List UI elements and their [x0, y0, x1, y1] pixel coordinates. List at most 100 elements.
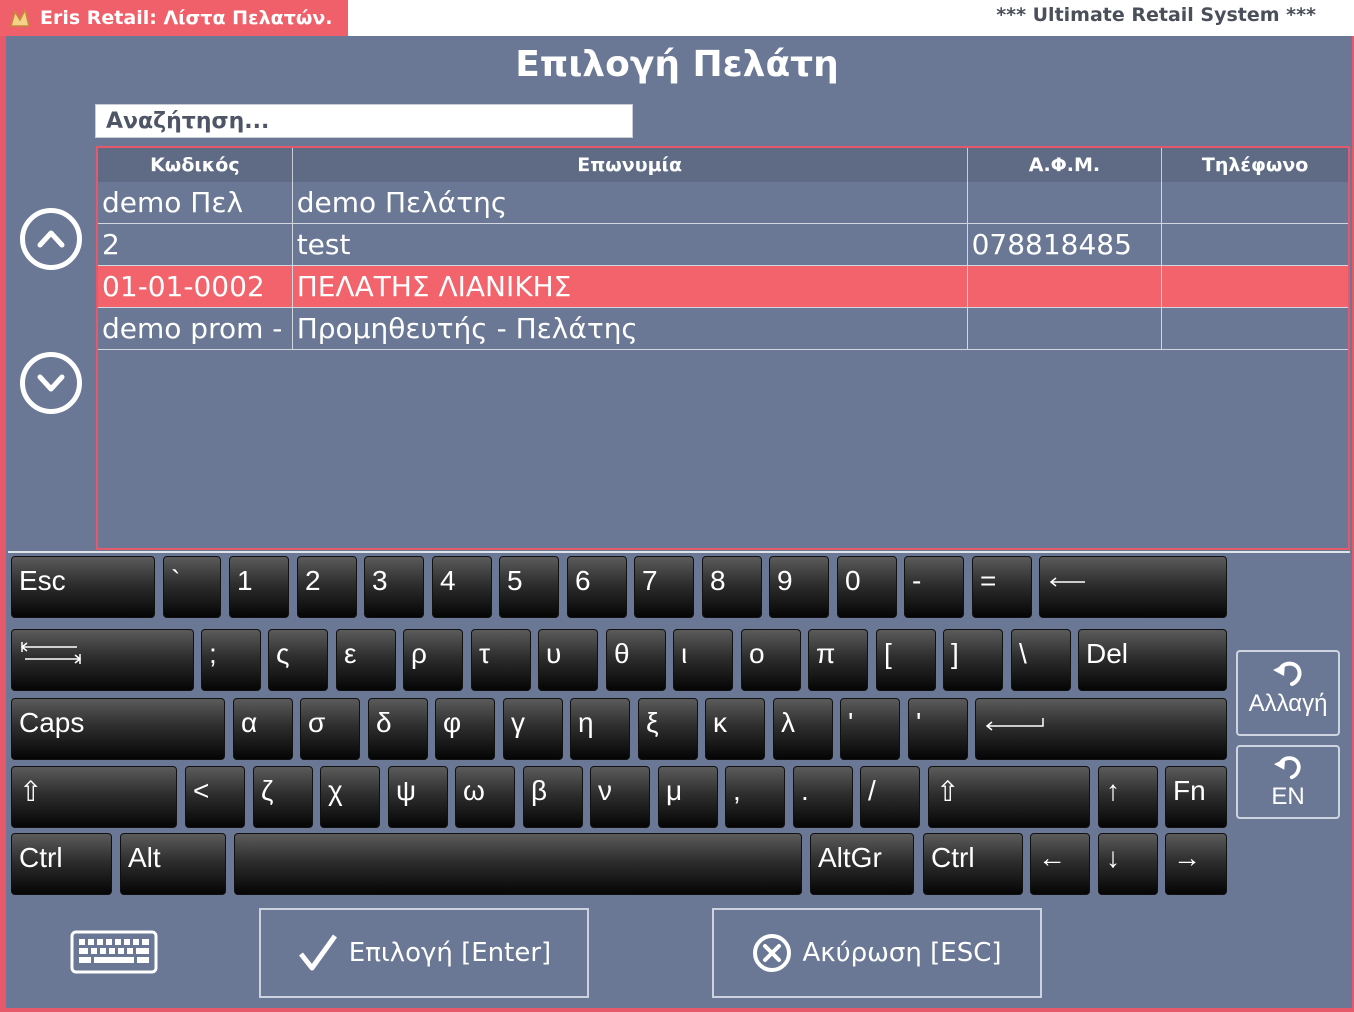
key-omicron[interactable]: ο	[741, 629, 801, 691]
key-7[interactable]: 7	[634, 556, 694, 618]
key-right-shift[interactable]: ⇧	[928, 766, 1090, 828]
key-right-bracket[interactable]: ]	[943, 629, 1003, 691]
key-final-sigma[interactable]: ς	[268, 629, 328, 691]
key-1[interactable]: 1	[229, 556, 289, 618]
key-backspace[interactable]	[1039, 556, 1227, 618]
key-nu[interactable]: ν	[590, 766, 650, 828]
key-apostrophe[interactable]: '	[908, 698, 968, 760]
key-fn[interactable]: Fn	[1165, 766, 1227, 828]
key-beta[interactable]: β	[523, 766, 583, 828]
select-enter-button[interactable]: Επιλογή [Enter]	[259, 908, 589, 998]
key-psi[interactable]: ψ	[388, 766, 448, 828]
key-equals[interactable]: =	[972, 556, 1032, 618]
scroll-down-button[interactable]	[20, 352, 82, 414]
key-space[interactable]	[234, 833, 802, 895]
key-gamma[interactable]: γ	[503, 698, 563, 760]
column-header-phone[interactable]: Τηλέφωνο	[1162, 148, 1348, 182]
key-iota[interactable]: ι	[673, 629, 733, 691]
key-6[interactable]: 6	[567, 556, 627, 618]
key-enter[interactable]	[975, 698, 1227, 760]
select-button-label: Επιλογή [Enter]	[348, 938, 552, 968]
key-right-ctrl[interactable]: Ctrl	[923, 833, 1023, 895]
key-accent[interactable]: '	[840, 698, 900, 760]
cancel-esc-button[interactable]: Ακύρωση [ESC]	[712, 908, 1042, 998]
key-8[interactable]: 8	[702, 556, 762, 618]
key-9[interactable]: 9	[769, 556, 829, 618]
column-header-code[interactable]: Κωδικός	[98, 148, 293, 182]
key-eta[interactable]: η	[570, 698, 630, 760]
scroll-up-button[interactable]	[20, 208, 82, 270]
key-xi[interactable]: ξ	[638, 698, 698, 760]
key-upsilon[interactable]: υ	[538, 629, 598, 691]
on-screen-keyboard: Esc ` 1 2 3 4 5 6 7 8 9 0 - = ; ς ε ρ τ …	[8, 551, 1350, 897]
key-alt[interactable]: Alt	[120, 833, 226, 895]
key-left-bracket[interactable]: [	[876, 629, 936, 691]
switch-layout-button[interactable]: Αλλαγή	[1236, 650, 1340, 736]
key-arrow-right[interactable]: →	[1165, 833, 1227, 895]
key-2[interactable]: 2	[297, 556, 357, 618]
key-rho[interactable]: ρ	[403, 629, 463, 691]
key-5[interactable]: 5	[499, 556, 559, 618]
key-4[interactable]: 4	[432, 556, 492, 618]
table-row[interactable]: 2 test 078818485	[98, 224, 1348, 266]
key-arrow-left[interactable]: ←	[1030, 833, 1090, 895]
key-0[interactable]: 0	[837, 556, 897, 618]
backspace-arrow-icon	[1049, 577, 1085, 587]
key-lambda[interactable]: λ	[773, 698, 833, 760]
key-epsilon[interactable]: ε	[336, 629, 396, 691]
cell-phone	[1162, 308, 1348, 349]
key-slash[interactable]: /	[860, 766, 920, 828]
column-header-afm[interactable]: Α.Φ.Μ.	[968, 148, 1163, 182]
grid-header: Κωδικός Επωνυμία Α.Φ.Μ. Τηλέφωνο	[98, 148, 1348, 182]
title-bar: Eris Retail: Λίστα Πελατών. *** Ultimate…	[0, 0, 1354, 36]
key-del[interactable]: Del	[1078, 629, 1227, 691]
key-kappa[interactable]: κ	[705, 698, 765, 760]
search-input[interactable]	[95, 104, 633, 138]
key-tab[interactable]	[11, 629, 194, 691]
tab-arrows-icon	[20, 642, 82, 664]
key-omega[interactable]: ω	[455, 766, 515, 828]
key-period[interactable]: .	[793, 766, 853, 828]
key-sigma[interactable]: σ	[300, 698, 360, 760]
window-title-area: Eris Retail: Λίστα Πελατών.	[0, 0, 348, 36]
customer-grid: Κωδικός Επωνυμία Α.Φ.Μ. Τηλέφωνο demo Πε…	[96, 146, 1350, 550]
key-theta[interactable]: θ	[606, 629, 666, 691]
key-mu[interactable]: μ	[658, 766, 718, 828]
cell-code: demo prom -	[98, 308, 293, 349]
key-semicolon[interactable]: ;	[201, 629, 261, 691]
keyboard-toggle-icon[interactable]	[70, 930, 158, 978]
key-backslash[interactable]: \	[1011, 629, 1071, 691]
key-arrow-down[interactable]: ↓	[1098, 833, 1158, 895]
key-pi[interactable]: π	[808, 629, 868, 691]
key-chi[interactable]: χ	[320, 766, 380, 828]
key-zeta[interactable]: ζ	[253, 766, 313, 828]
key-comma[interactable]: ,	[725, 766, 785, 828]
key-delta[interactable]: δ	[368, 698, 428, 760]
key-arrow-up[interactable]: ↑	[1098, 766, 1158, 828]
key-esc[interactable]: Esc	[11, 556, 155, 618]
key-backtick[interactable]: `	[163, 556, 221, 618]
table-row[interactable]: demo prom - Προμηθευτής - Πελάτης	[98, 308, 1348, 350]
switch-layout-label: Αλλαγή	[1248, 690, 1328, 717]
cell-code: demo Πελ	[98, 182, 293, 223]
table-row[interactable]: demo Πελ demo Πελάτης	[98, 182, 1348, 224]
language-toggle-button[interactable]: EN	[1236, 745, 1340, 819]
page-title: Επιλογή Πελάτη	[515, 44, 839, 85]
key-caps[interactable]: Caps	[11, 698, 225, 760]
cell-name: test	[293, 224, 968, 265]
chevron-down-icon	[37, 374, 65, 392]
key-left-ctrl[interactable]: Ctrl	[11, 833, 112, 895]
key-phi[interactable]: φ	[435, 698, 495, 760]
key-minus[interactable]: -	[904, 556, 964, 618]
key-tau[interactable]: τ	[471, 629, 531, 691]
column-header-name[interactable]: Επωνυμία	[293, 148, 968, 182]
key-altgr[interactable]: AltGr	[810, 833, 914, 895]
cell-phone	[1162, 224, 1348, 265]
table-row-selected[interactable]: 01-01-0002 ΠΕΛΑΤΗΣ ΛΙΑΝΙΚΗΣ	[98, 266, 1348, 308]
key-less-than[interactable]: <	[185, 766, 245, 828]
cancel-button-label: Ακύρωση [ESC]	[802, 938, 1002, 968]
key-alpha[interactable]: α	[233, 698, 293, 760]
key-left-shift[interactable]: ⇧	[11, 766, 177, 828]
key-3[interactable]: 3	[364, 556, 424, 618]
cell-code: 2	[98, 224, 293, 265]
